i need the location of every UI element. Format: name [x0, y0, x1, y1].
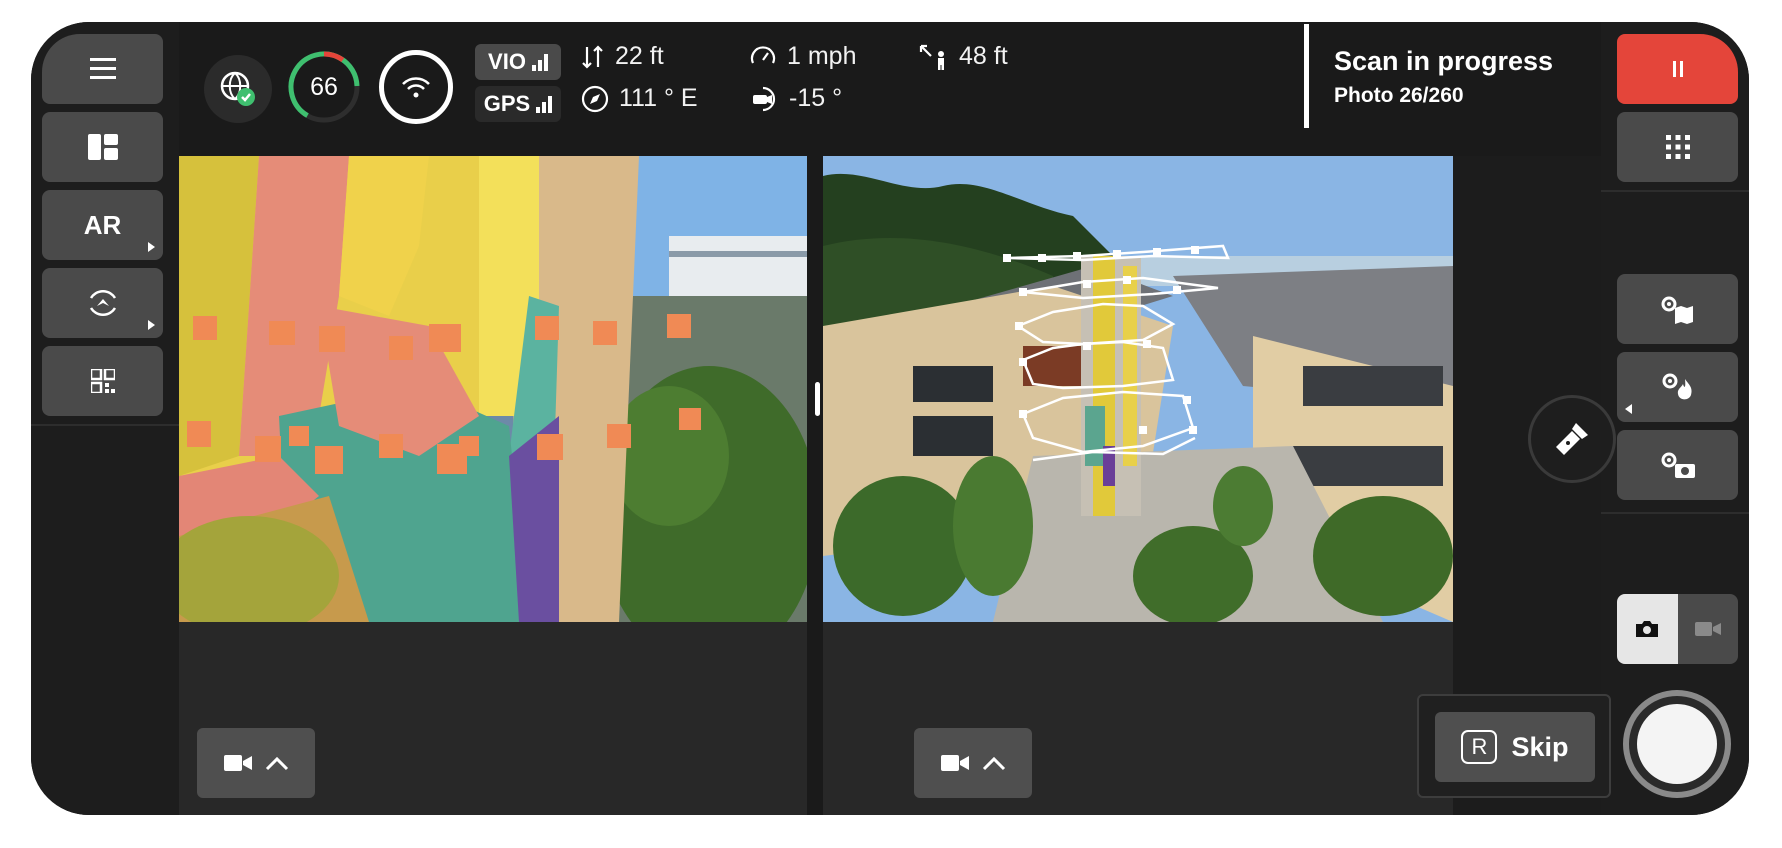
speed-value: 1 mph: [787, 42, 857, 70]
video-camera-icon: [1694, 622, 1721, 636]
chevron-up-icon: [982, 756, 1006, 771]
right-rail: [1601, 22, 1749, 815]
video-camera-icon: [224, 755, 252, 771]
gimbal-value: -15 °: [789, 84, 843, 112]
left-camera-selector-button[interactable]: [197, 728, 315, 798]
drone-orbit-icon: [89, 289, 116, 317]
layout-icon: [87, 134, 118, 160]
camera-icon: [1636, 621, 1659, 637]
home-distance-icon: [919, 44, 944, 70]
skip-panel: R Skip: [1417, 694, 1611, 798]
capture-mode-toggle: [1617, 594, 1738, 664]
altitude-arrows-icon: [582, 44, 603, 69]
hamburger-icon: [89, 58, 116, 79]
gear-map-icon: [1661, 296, 1693, 324]
rail-divider: [1601, 190, 1749, 192]
right-camera-feed[interactable]: [823, 156, 1453, 622]
battery-indicator[interactable]: 66: [287, 50, 361, 124]
gimbal-readout: -15 °: [749, 84, 842, 113]
scan-separator: [1304, 24, 1309, 128]
rail-divider: [31, 424, 179, 426]
status-bar: 66 VIO GPS 22 ft 111 ° E 1 mph -15 ° 48 …: [179, 22, 1601, 156]
obstacle-view-button[interactable]: [42, 268, 163, 338]
scan-photo-count: Photo 26/260: [1334, 84, 1464, 107]
photo-mode-button[interactable]: [1617, 594, 1678, 664]
altitude-readout: 22 ft: [581, 42, 664, 71]
gear-camera-icon: [1661, 452, 1695, 478]
heading-readout: 111 ° E: [581, 84, 698, 113]
gps-label: GPS: [483, 91, 531, 116]
menu-button[interactable]: [42, 34, 163, 104]
compass-icon: [581, 85, 609, 112]
submenu-arrow-icon: [1625, 404, 1632, 414]
ar-button[interactable]: AR: [42, 190, 163, 260]
flashlight-icon: [1556, 423, 1588, 455]
shutter-button[interactable]: [1623, 690, 1731, 798]
keypad-button[interactable]: [1617, 112, 1738, 182]
wifi-status[interactable]: [379, 50, 453, 124]
battery-percent: 66: [310, 72, 338, 101]
altitude-value: 22 ft: [615, 42, 664, 70]
spotlight-button[interactable]: [1528, 395, 1616, 483]
connection-status[interactable]: [204, 55, 272, 123]
feed-separator: [807, 156, 823, 815]
video-camera-icon: [941, 755, 969, 771]
skip-button[interactable]: R Skip: [1435, 712, 1595, 782]
speedometer-icon: [750, 45, 776, 63]
speed-readout: 1 mph: [749, 42, 856, 71]
map-settings-button[interactable]: [1617, 274, 1738, 344]
video-mode-button[interactable]: [1677, 594, 1738, 664]
camera-settings-button[interactable]: [1617, 430, 1738, 500]
gps-signal: GPS: [475, 86, 561, 122]
thermal-settings-button[interactable]: [1617, 352, 1738, 422]
vio-signal: VIO: [475, 44, 561, 80]
gear-flame-icon: [1662, 373, 1692, 400]
left-rail: AR: [31, 22, 179, 815]
chevron-up-icon: [265, 756, 289, 771]
app-frame: AR 66 VIO GPS 22 ft 111 ° E 1 mph -15 ° …: [31, 22, 1749, 815]
skip-label: Skip: [1511, 731, 1569, 762]
heading-value: 111 ° E: [619, 84, 698, 112]
rail-divider: [1601, 512, 1749, 514]
distance-readout: 48 ft: [919, 42, 1008, 71]
right-camera-selector-button[interactable]: [914, 728, 1032, 798]
gimbal-camera-icon: [753, 86, 776, 111]
pause-scan-button[interactable]: [1617, 34, 1738, 104]
scan-coverage-overlay: [179, 156, 807, 622]
shutter-inner: [1637, 704, 1717, 784]
submenu-arrow-icon: [148, 320, 155, 330]
flight-path-view: [823, 156, 1453, 622]
globe-check-icon: [220, 71, 255, 106]
layout-button[interactable]: [42, 112, 163, 182]
vio-label: VIO: [488, 49, 526, 74]
ar-label: AR: [83, 209, 122, 240]
signal-bars-icon: [536, 95, 553, 113]
qr-scan-button[interactable]: [42, 346, 163, 416]
distance-value: 48 ft: [959, 42, 1008, 70]
submenu-arrow-icon: [148, 242, 155, 252]
signal-bars-icon: [531, 53, 548, 71]
scan-status-title: Scan in progress: [1334, 46, 1554, 76]
left-camera-feed[interactable]: [179, 156, 807, 622]
r-key-hint: R: [1461, 730, 1498, 764]
wifi-icon: [402, 77, 430, 98]
split-view-handle[interactable]: [815, 382, 820, 416]
pause-icon: [1672, 61, 1683, 77]
qr-code-icon: [90, 369, 115, 393]
grid-dots-icon: [1665, 135, 1690, 159]
